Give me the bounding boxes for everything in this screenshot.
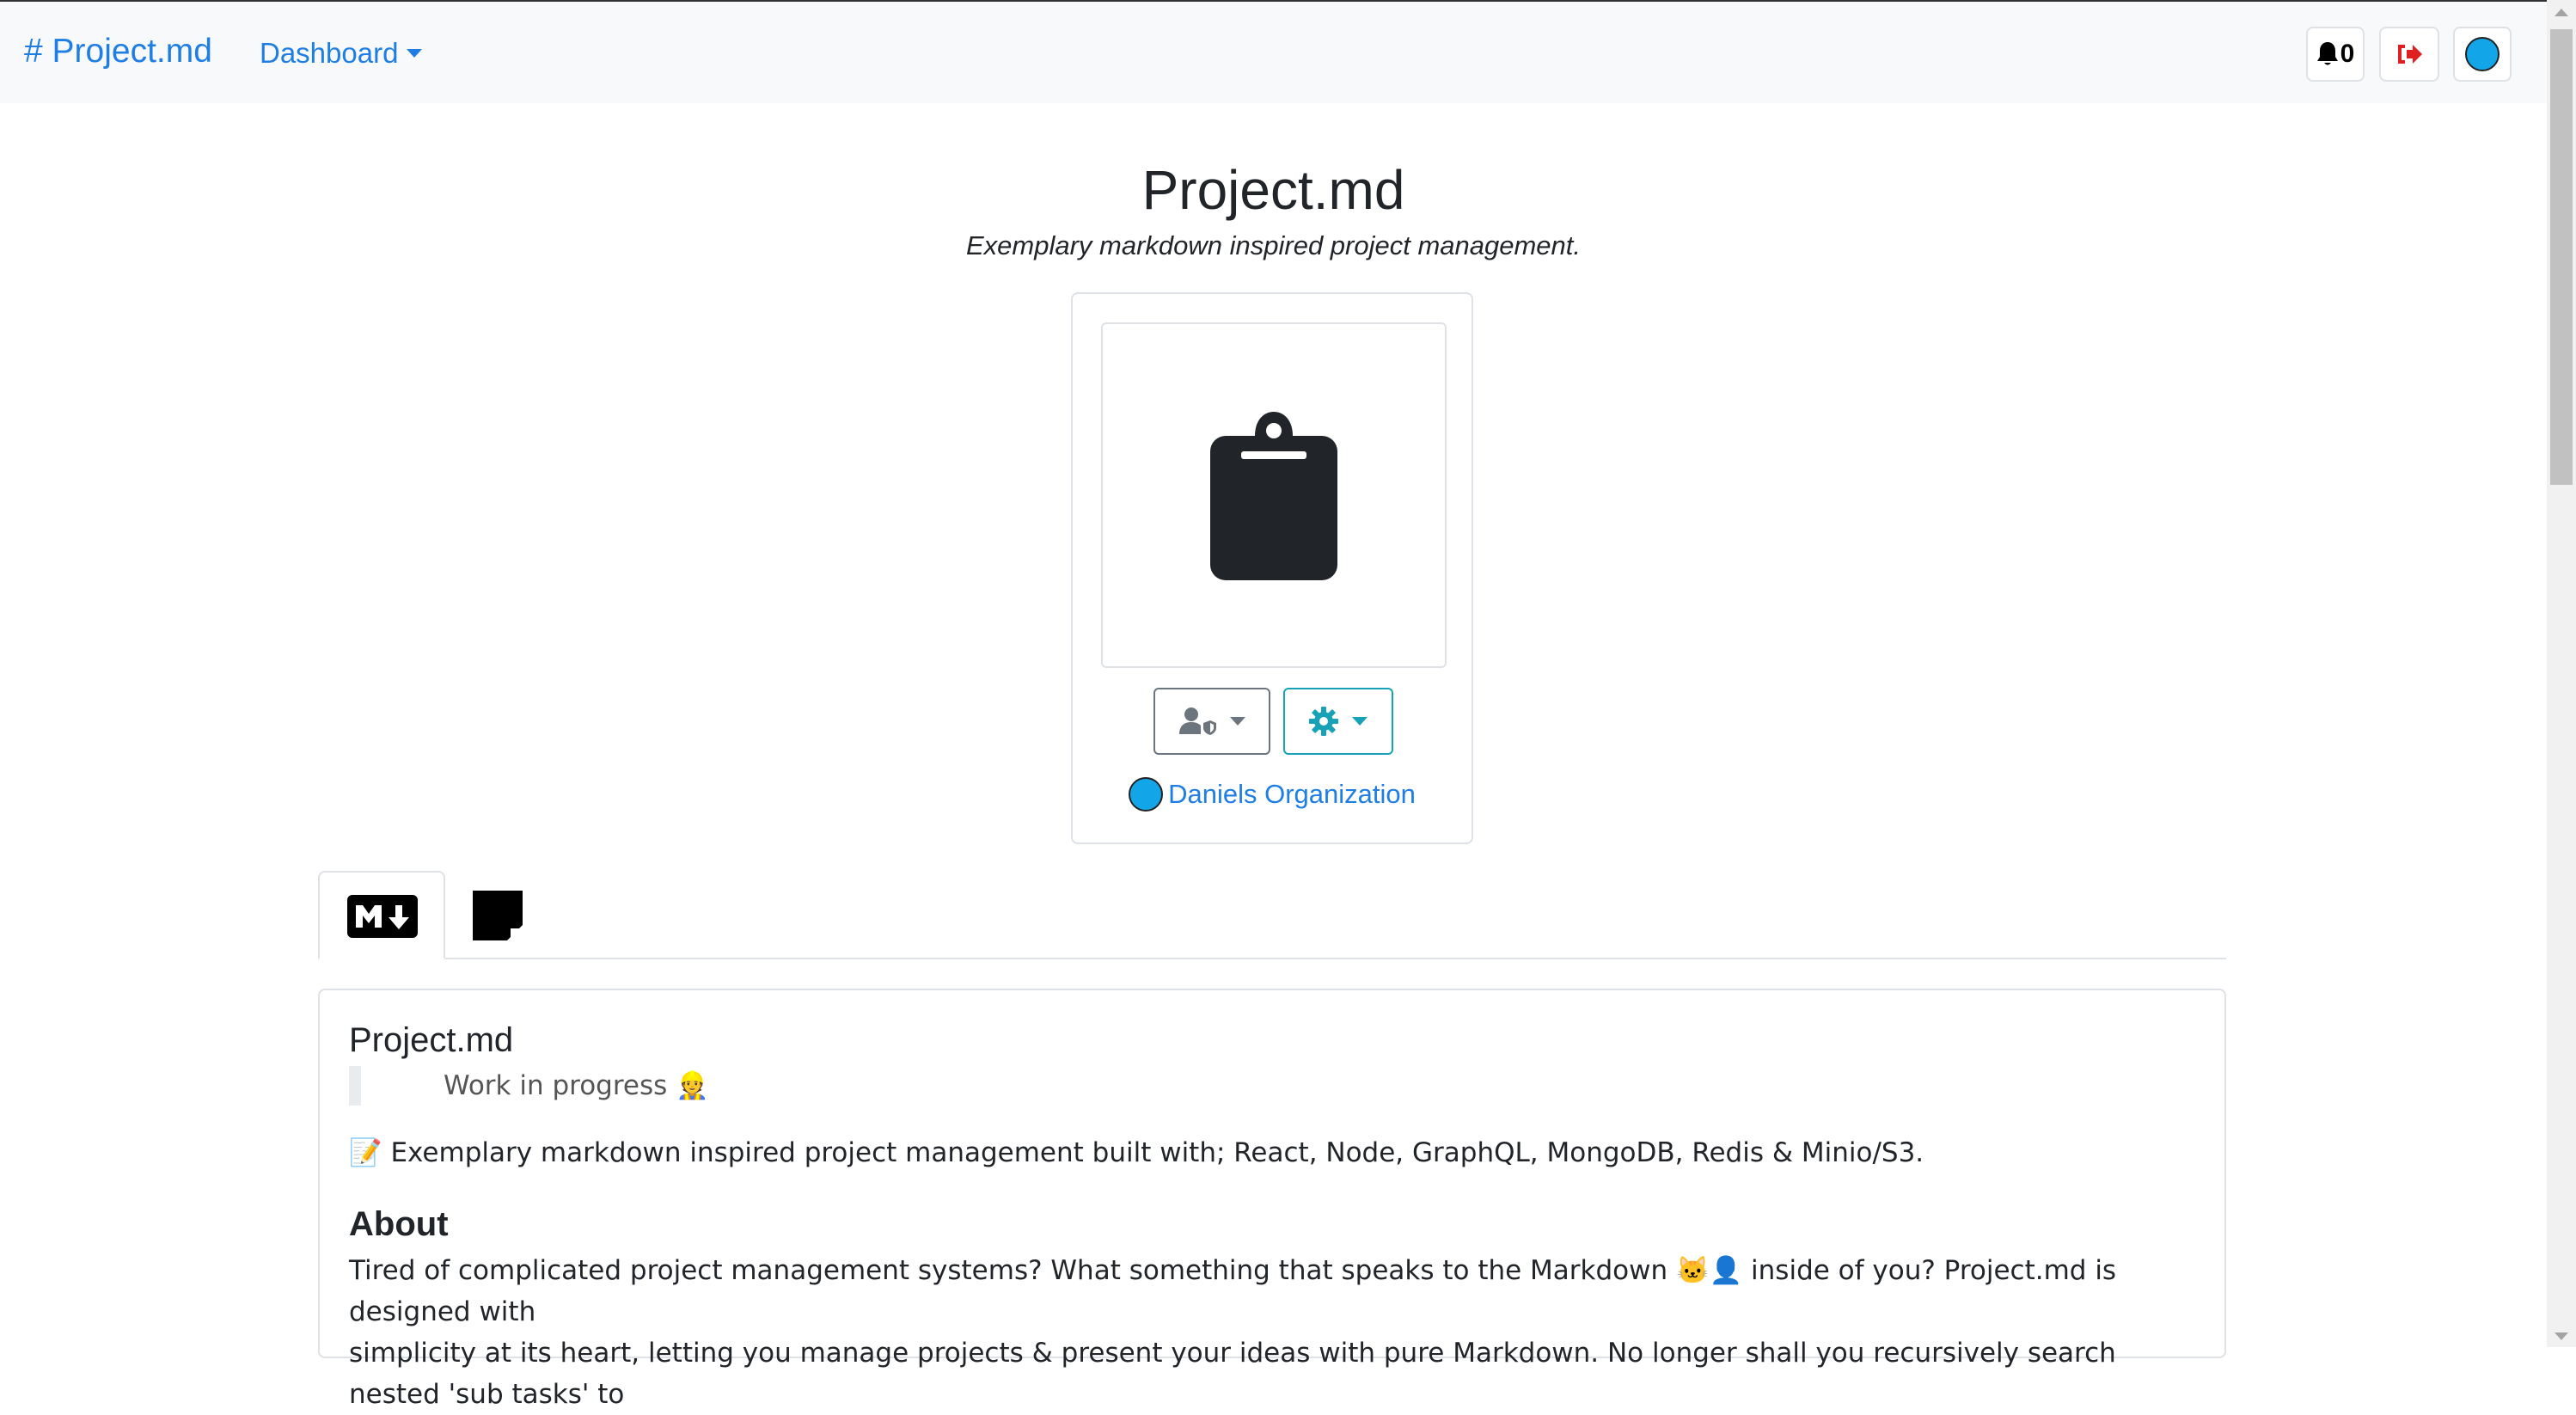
readme-intro: 📝 Exemplary markdown inspired project ma… (349, 1137, 1924, 1168)
chevron-down-icon (407, 49, 423, 58)
dashboard-label: Dashboard (260, 37, 399, 69)
bell-icon (2316, 42, 2338, 65)
notifications-button[interactable]: 0 (2306, 27, 2365, 82)
project-image (1101, 322, 1447, 668)
readme-about-line: simplicity at its heart, letting you man… (349, 1338, 2116, 1410)
gear-icon (1309, 707, 1338, 736)
logout-button[interactable] (2379, 27, 2439, 82)
readme-about-text: Tired of complicated project management … (349, 1250, 2206, 1415)
readme-about-heading: About (349, 1205, 449, 1243)
tab-notes[interactable] (464, 871, 540, 958)
page-title: Project.md (1141, 159, 1405, 221)
readme-about-line: Tired of complicated project management … (349, 1255, 2117, 1327)
page-subtitle: Exemplary markdown inspired project mana… (965, 230, 1582, 260)
user-shield-icon (1179, 708, 1216, 735)
chevron-down-icon (1230, 717, 1245, 726)
organization-avatar (1129, 777, 1164, 812)
tab-markdown[interactable] (318, 871, 445, 959)
permissions-dropdown-button[interactable] (1153, 688, 1270, 755)
readme-blockquote: Work in progress 👷 (349, 1066, 709, 1106)
markdown-icon (347, 895, 418, 938)
user-avatar-button[interactable] (2453, 27, 2512, 82)
scrollbar-thumb[interactable] (2550, 29, 2573, 485)
organization-link[interactable]: Daniels Organization (1073, 777, 1472, 812)
settings-dropdown-button[interactable] (1283, 688, 1393, 755)
organization-name: Daniels Organization (1168, 779, 1416, 809)
clipboard-icon (1210, 412, 1337, 580)
readme-card: Project.md Work in progress 👷 📝 Exemplar… (318, 989, 2226, 1410)
navbar: # Project.md Dashboard 0 (0, 2, 2547, 103)
sign-out-icon (2398, 45, 2422, 64)
scroll-down-icon[interactable] (2555, 1332, 2568, 1340)
dashboard-dropdown[interactable]: Dashboard (260, 37, 423, 70)
brand-link[interactable]: # Project.md (24, 33, 212, 70)
readme-heading: Project.md (349, 1021, 514, 1059)
chevron-down-icon (1352, 717, 1368, 726)
notification-count: 0 (2340, 40, 2355, 68)
scrollbar[interactable] (2547, 0, 2576, 1347)
avatar (2465, 37, 2500, 71)
scroll-up-icon[interactable] (2555, 9, 2568, 16)
sticky-note-icon (473, 891, 523, 940)
tabs-divider (318, 958, 2226, 959)
project-card: Daniels Organization (1071, 292, 1473, 844)
